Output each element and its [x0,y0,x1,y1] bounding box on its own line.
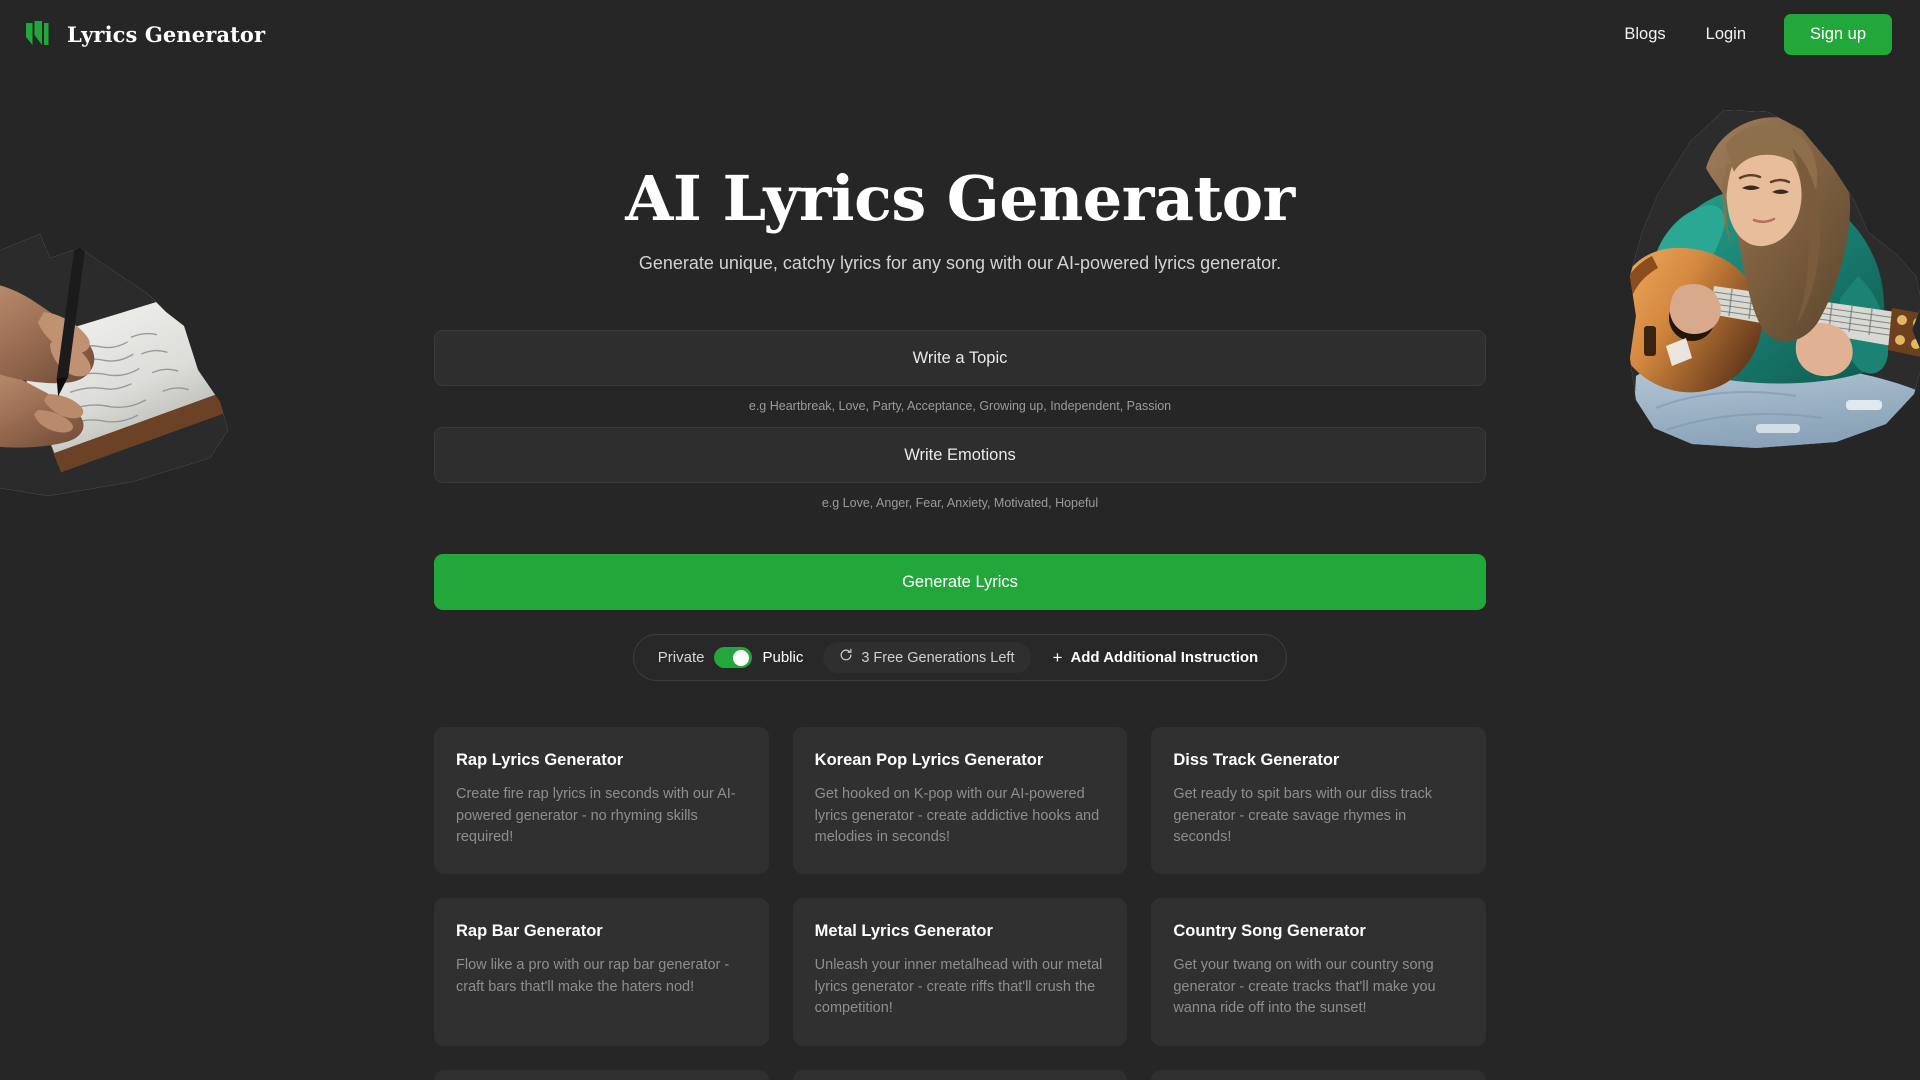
generator-card[interactable] [1151,1069,1486,1080]
add-additional-instruction-button[interactable]: + Add Additional Instruction [1037,649,1271,666]
page-title: AI Lyrics Generator [625,162,1295,235]
generator-card[interactable]: Diss Track Generator Get ready to spit b… [1151,727,1486,875]
hero-subtitle: Generate unique, catchy lyrics for any s… [638,253,1282,274]
card-title: Metal Lyrics Generator [814,922,993,941]
generator-card[interactable] [434,1069,769,1080]
generator-card[interactable]: Korean Pop Lyrics Generator Get hooked o… [792,727,1128,875]
brand-logo-link[interactable]: Lyrics Generator [26,21,265,47]
sign-up-button[interactable]: Sign up [1784,13,1892,55]
card-title: Diss Track Generator [1173,751,1340,770]
card-description: Create fire rap lyrics in seconds with o… [456,786,736,845]
topic-input[interactable] [434,330,1486,387]
toggle-knob [733,649,750,666]
generator-cards-grid: Rap Lyrics Generator Create fire rap lyr… [434,727,1486,1080]
free-generations-label: 3 Free Generations Left [861,649,1015,666]
visibility-toggle-group[interactable]: Private Public [650,647,818,669]
free-generations-chip[interactable]: 3 Free Generations Left [823,642,1031,674]
page-root: Lyrics Generator Blogs Login Sign up AI … [0,0,1920,1080]
generator-card[interactable]: Rap Lyrics Generator Create fire rap lyr… [434,727,769,875]
plus-icon: + [1052,648,1063,668]
topic-hint: e.g Heartbreak, Love, Party, Acceptance,… [748,399,1172,414]
hero-section: AI Lyrics Generator Generate unique, cat… [0,166,1920,274]
card-title: Country Song Generator [1173,922,1366,941]
options-bar-row: Private Public 3 Free Generations Left +… [0,634,1920,682]
lyrics-form: e.g Heartbreak, Love, Party, Acceptance,… [434,330,1486,611]
nav-link-blogs[interactable]: Blogs [1604,17,1685,52]
bar-chart-logo-icon [26,21,54,47]
options-bar: Private Public 3 Free Generations Left +… [632,634,1288,682]
generator-card[interactable]: Rap Bar Generator Flow like a pro with o… [434,898,769,1046]
card-description: Get your twang on with our country song … [1173,957,1436,1017]
public-label: Public [762,649,804,667]
main-nav: Blogs Login Sign up [1604,13,1892,55]
add-additional-instruction-label: Add Additional Instruction [1070,649,1259,667]
emotions-hint: e.g Love, Anger, Fear, Anxiety, Motivate… [821,496,1099,511]
card-title: Rap Bar Generator [456,922,603,941]
generator-card[interactable] [792,1069,1128,1080]
card-description: Get hooked on K-pop with our AI-powered … [814,786,1100,845]
generate-lyrics-button[interactable]: Generate Lyrics [434,554,1486,611]
private-label: Private [657,649,705,667]
generator-card[interactable]: Country Song Generator Get your twang on… [1151,898,1486,1046]
card-title: Rap Lyrics Generator [456,751,624,770]
brand-name: Lyrics Generator [67,21,266,47]
card-description: Get ready to spit bars with our diss tra… [1173,786,1433,845]
card-description: Unleash your inner metalhead with our me… [814,957,1103,1017]
card-description: Flow like a pro with our rap bar generat… [456,957,730,995]
emotions-input[interactable] [434,427,1486,484]
woman-playing-guitar-image [1596,108,1920,448]
nav-link-login[interactable]: Login [1686,17,1766,52]
refresh-icon [839,648,853,667]
card-title: Korean Pop Lyrics Generator [814,751,1044,770]
generator-card[interactable]: Metal Lyrics Generator Unleash your inne… [792,898,1128,1046]
site-header: Lyrics Generator Blogs Login Sign up [0,0,1920,68]
visibility-toggle[interactable] [714,647,753,669]
